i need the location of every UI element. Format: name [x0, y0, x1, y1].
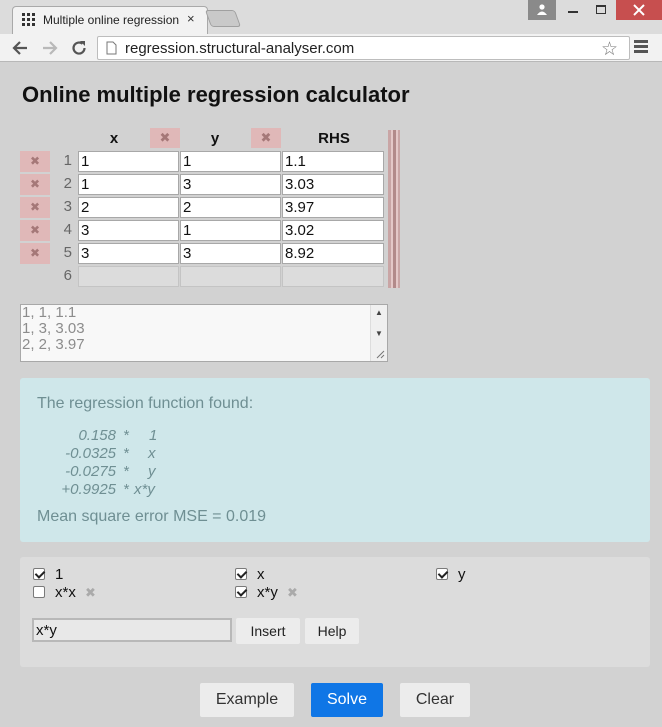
multiply-sign: * [123, 481, 129, 498]
term-label: y [458, 566, 466, 583]
page-icon [106, 41, 117, 55]
term-label: x*y [257, 584, 278, 601]
column-header-y: y [210, 130, 220, 147]
cell-rhs[interactable]: 1.1 [282, 151, 384, 172]
remove-term-icon[interactable]: ✖ [85, 585, 96, 601]
minimize-icon[interactable] [560, 0, 586, 20]
csv-line: 1, 1, 1.1 [22, 304, 77, 321]
scroll-up-icon[interactable]: ▲ [375, 308, 383, 317]
cell-x[interactable] [78, 266, 179, 287]
close-icon[interactable] [616, 0, 662, 20]
cell-rhs[interactable] [282, 266, 384, 287]
term-checkbox[interactable] [33, 568, 45, 580]
row-number: 3 [63, 198, 72, 215]
term-variable: x*y [134, 481, 155, 498]
term-checkbox[interactable] [235, 586, 247, 598]
cell-x[interactable]: 2 [78, 197, 179, 218]
textarea-scrollbar[interactable]: ▲ ▼ [370, 305, 387, 361]
term-variable: x [148, 445, 156, 462]
browser-tab[interactable]: Multiple online regression × [12, 6, 208, 34]
term-label: x [257, 566, 265, 583]
tab-close-icon[interactable]: × [187, 11, 195, 26]
row-number: 2 [63, 175, 72, 192]
star-icon[interactable]: ☆ [601, 38, 618, 61]
row-number: 1 [63, 152, 72, 169]
term-checkbox[interactable] [436, 568, 448, 580]
term-coefficient: -0.0275 [65, 463, 116, 480]
term-label: x*x [55, 584, 76, 601]
delete-row-icon[interactable]: ✖ [20, 220, 50, 241]
term-variable: 1 [149, 427, 158, 444]
delete-row-icon[interactable]: ✖ [20, 151, 50, 172]
delete-column-y-icon[interactable]: ✖ [251, 128, 281, 148]
row-number: 6 [63, 267, 72, 284]
cell-x[interactable]: 3 [78, 243, 179, 264]
maximize-icon[interactable] [586, 0, 616, 20]
delete-row-icon[interactable]: ✖ [20, 174, 50, 195]
address-bar[interactable]: regression.structural-analyser.com ☆ [97, 36, 630, 60]
solve-button[interactable]: Solve [311, 683, 383, 717]
user-icon[interactable] [528, 0, 556, 20]
delete-column-x-icon[interactable]: ✖ [150, 128, 180, 148]
resize-grip-icon[interactable] [376, 350, 385, 359]
multiply-sign: * [123, 463, 129, 480]
browser-titlebar: Multiple online regression × [0, 0, 662, 34]
row-number: 5 [63, 244, 72, 261]
column-header-x: x [109, 130, 119, 147]
example-button[interactable]: Example [200, 683, 294, 717]
cell-y[interactable]: 1 [180, 220, 281, 241]
result-heading: The regression function found: [37, 395, 254, 412]
clear-button[interactable]: Clear [400, 683, 470, 717]
regression-result-panel: The regression function found: 0.158 * 1… [20, 378, 650, 542]
cell-rhs[interactable]: 3.02 [282, 220, 384, 241]
browser-toolbar: regression.structural-analyser.com ☆ [0, 34, 662, 62]
arrow-right-icon[interactable] [42, 40, 58, 56]
insert-button[interactable]: Insert [236, 618, 300, 644]
cell-x[interactable]: 3 [78, 220, 179, 241]
term-coefficient: -0.0325 [65, 445, 116, 462]
new-term-input[interactable] [32, 618, 232, 642]
grid-dots-icon [22, 13, 35, 26]
delete-row-icon[interactable]: ✖ [20, 197, 50, 218]
cell-y[interactable] [180, 266, 281, 287]
cell-y[interactable]: 1 [180, 151, 281, 172]
cell-rhs[interactable]: 3.97 [282, 197, 384, 218]
cell-x[interactable]: 1 [78, 151, 179, 172]
cell-rhs[interactable]: 3.03 [282, 174, 384, 195]
arrow-left-icon[interactable] [12, 40, 28, 56]
url-text: regression.structural-analyser.com [125, 40, 355, 57]
cell-y[interactable]: 2 [180, 197, 281, 218]
help-button[interactable]: Help [305, 618, 359, 644]
multiply-sign: * [123, 427, 129, 444]
csv-textarea[interactable]: 1, 1, 1.1 1, 3, 3.03 2, 2, 3.97 ▲ ▼ [20, 304, 388, 362]
reload-icon[interactable] [71, 40, 87, 56]
mean-square-error: Mean square error MSE = 0.019 [37, 508, 267, 525]
new-tab-button[interactable] [204, 10, 242, 27]
remove-term-icon[interactable]: ✖ [287, 585, 298, 601]
cell-y[interactable]: 3 [180, 174, 281, 195]
csv-line: 2, 2, 3.97 [22, 336, 85, 353]
csv-line: 1, 3, 3.03 [22, 320, 85, 337]
page-title: Online multiple regression calculator [22, 82, 410, 107]
term-variable: y [148, 463, 156, 480]
cell-rhs[interactable]: 8.92 [282, 243, 384, 264]
regression-terms-panel: 1 x y x*x ✖ x*y ✖ Insert Help [20, 557, 650, 667]
tab-title: Multiple online regression [43, 13, 180, 27]
column-header-rhs: RHS [318, 130, 350, 147]
term-checkbox[interactable] [33, 586, 45, 598]
hamburger-menu-icon[interactable] [634, 40, 648, 55]
cell-y[interactable]: 3 [180, 243, 281, 264]
row-number: 4 [63, 221, 72, 238]
term-coefficient: 0.158 [78, 427, 116, 444]
multiply-sign: * [123, 445, 129, 462]
scroll-down-icon[interactable]: ▼ [375, 329, 383, 338]
term-label: 1 [55, 566, 64, 583]
term-coefficient: +0.9925 [61, 481, 116, 498]
cell-x[interactable]: 1 [78, 174, 179, 195]
term-checkbox[interactable] [235, 568, 247, 580]
delete-row-icon[interactable]: ✖ [20, 243, 50, 264]
add-column-handle[interactable] [388, 130, 400, 288]
